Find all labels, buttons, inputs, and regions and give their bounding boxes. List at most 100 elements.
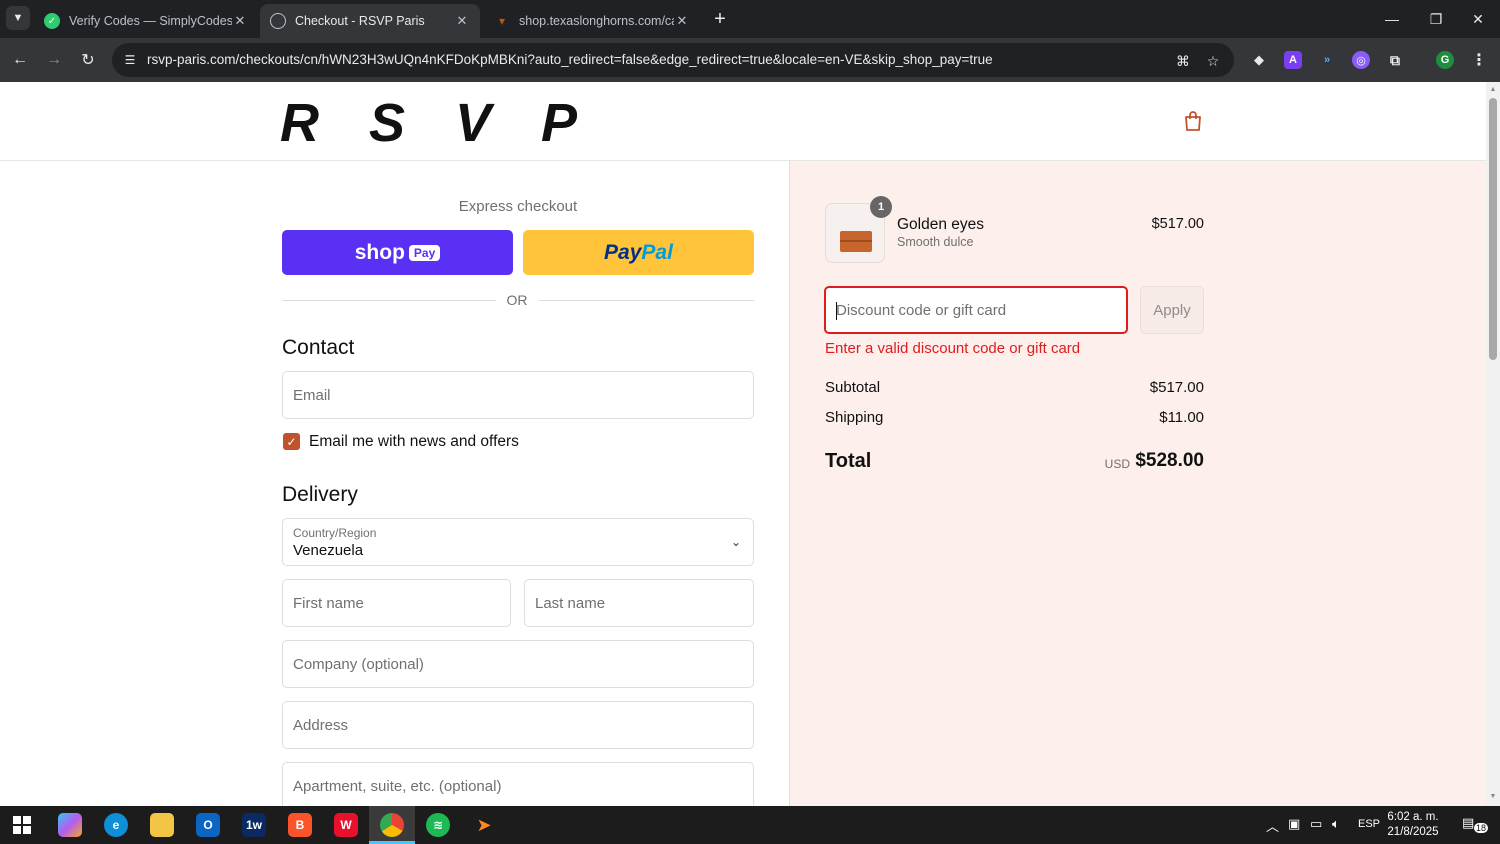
- total-label: Total: [825, 450, 872, 472]
- close-icon[interactable]: ✕: [454, 13, 470, 29]
- simplycodes-icon: ✓: [44, 13, 60, 29]
- minimize-icon[interactable]: —: [1370, 0, 1414, 38]
- discount-input[interactable]: [826, 288, 1126, 332]
- address-input[interactable]: [283, 702, 753, 748]
- tab-simplycodes[interactable]: ✓ Verify Codes — SimplyCodes ✕: [34, 4, 258, 38]
- apartment-field[interactable]: [282, 762, 754, 806]
- checkout-page: RSVP Express checkout shop Pay Pay Pal OR…: [0, 82, 1486, 806]
- tab-checkout[interactable]: Checkout - RSVP Paris ✕: [260, 4, 480, 38]
- translate-icon[interactable]: ⌘: [1174, 52, 1192, 70]
- product-price: $517.00: [1151, 216, 1204, 232]
- restore-icon[interactable]: ❐: [1414, 0, 1458, 38]
- close-window-icon[interactable]: ✕: [1456, 0, 1500, 38]
- store-logo[interactable]: RSVP: [280, 92, 627, 154]
- express-checkout-label: Express checkout: [458, 198, 578, 215]
- delivery-heading: Delivery: [282, 483, 358, 506]
- discount-field[interactable]: [824, 286, 1128, 334]
- scrollbar-thumb[interactable]: [1489, 98, 1497, 360]
- email-input[interactable]: [283, 372, 753, 418]
- brave-icon[interactable]: B: [288, 813, 312, 837]
- close-icon[interactable]: ✕: [674, 13, 690, 29]
- address-bar[interactable]: ☰ rsvp-paris.com/checkouts/cn/hWN23H3wUQ…: [112, 43, 1234, 77]
- extension-a-icon[interactable]: A: [1284, 51, 1302, 69]
- text-caret: [836, 302, 837, 320]
- total-currency: USD: [1104, 457, 1130, 471]
- browser-tab-bar: ▼ ✓ Verify Codes — SimplyCodes ✕ Checkou…: [0, 0, 1500, 38]
- shop-pay-label: shop: [354, 240, 405, 264]
- cursor-app-icon[interactable]: ➤: [472, 813, 496, 837]
- extension-icon[interactable]: ◆: [1250, 51, 1268, 69]
- network-icon[interactable]: ▭: [1310, 816, 1322, 832]
- company-input[interactable]: [283, 641, 753, 687]
- notifications-badge: 18: [1474, 823, 1489, 833]
- tab-title: shop.texaslonghorns.com/cart: [519, 14, 674, 28]
- company-field[interactable]: [282, 640, 754, 688]
- extension-audio-icon[interactable]: »: [1318, 51, 1336, 69]
- paypal-label-a: Pay: [604, 240, 642, 264]
- clock-date: 21/8/2025: [1387, 826, 1439, 838]
- scroll-down-icon[interactable]: ▼: [1489, 793, 1497, 801]
- tab-search-chevron-icon[interactable]: ▼: [6, 6, 30, 30]
- tray-meet-icon[interactable]: ▣: [1288, 816, 1300, 832]
- profile-avatar[interactable]: G: [1436, 51, 1454, 69]
- apply-discount-button[interactable]: Apply: [1140, 286, 1204, 334]
- shop-pay-badge: Pay: [408, 244, 441, 261]
- total-value: $528.00: [1135, 450, 1204, 471]
- file-explorer-icon[interactable]: [150, 813, 174, 837]
- chrome-icon[interactable]: [380, 813, 404, 837]
- reload-icon[interactable]: ↻: [76, 48, 100, 72]
- tray-chevron-up-icon[interactable]: ︿: [1266, 816, 1279, 835]
- longhorn-icon: ▾: [498, 14, 506, 28]
- volume-icon[interactable]: 🔈︎: [1332, 816, 1340, 832]
- first-name-input[interactable]: [283, 580, 510, 626]
- browser-toolbar: ← → ↻ ☰ rsvp-paris.com/checkouts/cn/hWN2…: [0, 38, 1500, 82]
- close-icon[interactable]: ✕: [232, 13, 248, 29]
- notifications-icon[interactable]: ▤: [1462, 815, 1474, 831]
- menu-kebab-icon[interactable]: ⋮: [1470, 51, 1488, 69]
- subtotal-value: $517.00: [1149, 379, 1204, 396]
- subtotal-label: Subtotal: [825, 379, 881, 396]
- language-indicator[interactable]: ESP: [1358, 818, 1380, 830]
- url-text[interactable]: rsvp-paris.com/checkouts/cn/hWN23H3wUQn4…: [147, 52, 993, 67]
- shipping-label: Shipping: [825, 409, 884, 426]
- globe-icon: [270, 13, 286, 29]
- email-field[interactable]: [282, 371, 754, 419]
- forward-icon[interactable]: →: [42, 48, 66, 72]
- tab-title: Verify Codes — SimplyCodes: [69, 14, 232, 28]
- copilot-icon[interactable]: [58, 813, 82, 837]
- shipping-value: $11.00: [1159, 409, 1204, 426]
- shop-pay-button[interactable]: shop Pay: [282, 230, 513, 275]
- extension-circle-icon[interactable]: ◎: [1352, 51, 1370, 69]
- last-name-input[interactable]: [525, 580, 753, 626]
- first-name-field[interactable]: [282, 579, 511, 627]
- country-select[interactable]: Country/Region Venezuela ⌄: [282, 518, 754, 566]
- newsletter-label[interactable]: Email me with news and offers: [309, 433, 519, 451]
- store-header: RSVP: [0, 82, 1486, 161]
- bookmark-star-icon[interactable]: ☆: [1204, 52, 1222, 70]
- edge-icon[interactable]: e: [104, 813, 128, 837]
- site-info-icon[interactable]: ☰: [122, 52, 138, 68]
- apartment-input[interactable]: [283, 763, 753, 806]
- onewin-icon[interactable]: 1w: [242, 813, 266, 837]
- page-scrollbar[interactable]: ▲ ▼: [1486, 82, 1500, 806]
- address-field[interactable]: [282, 701, 754, 749]
- wps-icon[interactable]: W: [334, 813, 358, 837]
- last-name-field[interactable]: [524, 579, 754, 627]
- scroll-up-icon[interactable]: ▲: [1489, 86, 1497, 94]
- product-name: Golden eyes: [897, 216, 985, 233]
- product-variant: Smooth dulce: [897, 235, 974, 249]
- tab-texaslonghorns[interactable]: ▾ shop.texaslonghorns.com/cart ✕: [484, 4, 700, 38]
- paypal-button[interactable]: Pay Pal: [523, 230, 754, 275]
- clock[interactable]: 6:02 a. m. 21/8/2025: [1378, 810, 1448, 840]
- back-icon[interactable]: ←: [8, 48, 32, 72]
- newsletter-checkbox[interactable]: ✓: [283, 433, 300, 450]
- shopping-bag-icon[interactable]: [1181, 109, 1205, 133]
- paypal-label-b: Pal: [641, 240, 673, 264]
- spotify-icon[interactable]: ≋: [426, 813, 450, 837]
- new-tab-icon[interactable]: +: [708, 8, 732, 30]
- contact-heading: Contact: [282, 336, 355, 359]
- extensions-puzzle-icon[interactable]: ⧉: [1386, 51, 1404, 69]
- windows-start-icon[interactable]: [10, 813, 34, 837]
- outlook-icon[interactable]: O: [196, 813, 220, 837]
- quantity-badge: 1: [870, 196, 892, 218]
